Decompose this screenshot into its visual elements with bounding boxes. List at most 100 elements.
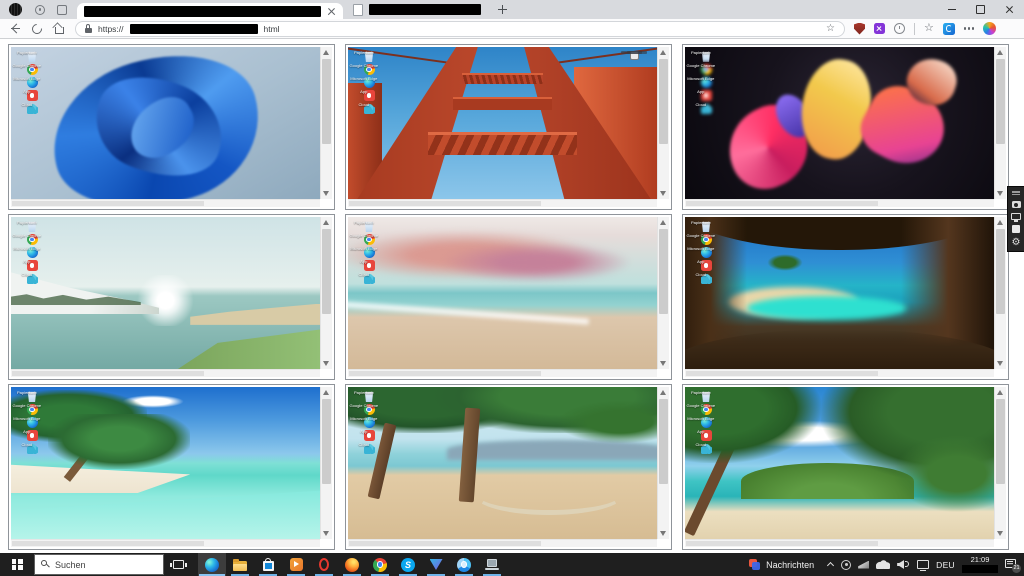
taskbar-app-drive[interactable] <box>422 553 450 576</box>
scroll-thumb[interactable] <box>686 371 878 376</box>
favorite-star-icon[interactable] <box>826 24 835 34</box>
network-icon[interactable] <box>917 560 929 569</box>
remote-desktop-cell-7[interactable]: Papierkorb Google Chrome Microsoft Edge … <box>8 384 335 550</box>
scroll-up-arrow[interactable] <box>660 390 666 395</box>
desktop-icon-cloud-app[interactable]: Cloud <box>14 443 50 450</box>
remote-desktop-cell-1[interactable]: Papierkorb Google Chrome Microsoft Edge … <box>8 44 335 210</box>
tray-graphics-icon[interactable] <box>858 561 869 569</box>
desktop-icon-edge[interactable]: Microsoft Edge <box>14 247 50 254</box>
monitor-icon[interactable] <box>1011 213 1021 220</box>
desktop-icon-cloud-app[interactable]: Cloud <box>688 103 724 110</box>
scrollbar-horizontal[interactable] <box>685 369 994 377</box>
scroll-thumb[interactable] <box>12 201 204 206</box>
scroll-up-arrow[interactable] <box>997 50 1003 55</box>
workspaces-icon[interactable] <box>35 5 45 15</box>
taskbar-app-chrome[interactable] <box>366 553 394 576</box>
action-center-button[interactable]: 21 <box>1005 558 1020 572</box>
scroll-thumb[interactable] <box>996 399 1005 484</box>
scrollbar-vertical[interactable] <box>994 47 1006 199</box>
scrollbar-vertical[interactable] <box>994 387 1006 539</box>
desktop-icon-edge[interactable]: Microsoft Edge <box>351 77 387 84</box>
scroll-thumb[interactable] <box>686 201 878 206</box>
scroll-down-arrow[interactable] <box>660 361 666 366</box>
browser-logo-icon[interactable] <box>9 3 22 16</box>
scroll-down-arrow[interactable] <box>997 361 1003 366</box>
remote-desktop-cell-5[interactable]: Papierkorb Google Chrome Microsoft Edge … <box>345 214 672 380</box>
desktop-icon-chrome[interactable]: Google Chrome <box>688 404 724 411</box>
desktop-icon-recycle-bin[interactable]: Papierkorb <box>14 51 50 58</box>
scroll-thumb[interactable] <box>659 399 668 484</box>
tab-1[interactable] <box>77 3 343 19</box>
scroll-down-arrow[interactable] <box>323 361 329 366</box>
more-menu-icon[interactable] <box>964 27 967 30</box>
tab-actions-icon[interactable] <box>57 5 67 15</box>
start-button[interactable] <box>0 553 34 576</box>
refresh-icon[interactable] <box>26 20 48 38</box>
close-tab-icon[interactable] <box>327 7 336 16</box>
desktop-icon-chrome[interactable]: Google Chrome <box>14 64 50 71</box>
chevron-up-icon[interactable] <box>826 561 834 569</box>
desktop-icon-cloud-app[interactable]: Cloud <box>688 273 724 280</box>
remote-desktop-cell-4[interactable]: Papierkorb Google Chrome Microsoft Edge … <box>8 214 335 380</box>
toolbar-handle-icon[interactable] <box>1012 190 1020 196</box>
scrollbar-vertical[interactable] <box>320 217 332 369</box>
purple-extension-icon[interactable] <box>874 23 885 34</box>
scroll-thumb[interactable] <box>996 59 1005 144</box>
adblock-shield-icon[interactable] <box>854 23 865 35</box>
desktop-icon-red-app[interactable]: App <box>688 260 724 267</box>
remote-desktop-cell-2[interactable]: Papierkorb Google Chrome Microsoft Edge … <box>345 44 672 210</box>
desktop-icon-cloud-app[interactable]: Cloud <box>688 443 724 450</box>
scroll-thumb[interactable] <box>659 229 668 314</box>
onedrive-cloud-icon[interactable] <box>876 560 890 569</box>
close-button[interactable] <box>995 0 1024 19</box>
desktop-icon-recycle-bin[interactable]: Papierkorb <box>688 391 724 398</box>
taskbar-app-remote[interactable] <box>478 553 506 576</box>
scroll-thumb[interactable] <box>349 541 541 546</box>
scroll-thumb[interactable] <box>322 229 331 314</box>
taskbar-app-opera[interactable] <box>310 553 338 576</box>
desktop-icon-red-app[interactable]: App <box>351 260 387 267</box>
desktop-icon-chrome[interactable]: Google Chrome <box>14 404 50 411</box>
desktop-icon-recycle-bin[interactable]: Papierkorb <box>688 221 724 228</box>
back-icon[interactable] <box>4 20 26 38</box>
desktop-icon-cloud-app[interactable]: Cloud <box>351 103 387 110</box>
taskbar-app-skype[interactable] <box>394 553 422 576</box>
taskbar-app-media[interactable] <box>282 553 310 576</box>
scrollbar-vertical[interactable] <box>320 47 332 199</box>
fullscreen-icon[interactable] <box>1012 225 1020 233</box>
desktop-icon-edge[interactable]: Microsoft Edge <box>688 247 724 254</box>
copilot-icon[interactable] <box>983 22 996 35</box>
task-view-button[interactable] <box>164 553 192 576</box>
remote-desktop-cell-8[interactable]: Papierkorb Google Chrome Microsoft Edge … <box>345 384 672 550</box>
desktop-icon-chrome[interactable]: Google Chrome <box>688 234 724 241</box>
desktop-icon-recycle-bin[interactable]: Papierkorb <box>351 391 387 398</box>
scroll-up-arrow[interactable] <box>323 50 329 55</box>
remote-desktop-cell-3[interactable]: Papierkorb Google Chrome Microsoft Edge … <box>682 44 1009 210</box>
scroll-down-arrow[interactable] <box>323 531 329 536</box>
desktop-icon-edge[interactable]: Microsoft Edge <box>351 417 387 424</box>
scroll-up-arrow[interactable] <box>997 390 1003 395</box>
news-widget[interactable]: Nachrichten <box>744 553 819 576</box>
scroll-thumb[interactable] <box>349 201 541 206</box>
desktop-icon-cloud-app[interactable]: Cloud <box>351 273 387 280</box>
scrollbar-vertical[interactable] <box>320 387 332 539</box>
scroll-thumb[interactable] <box>349 371 541 376</box>
scroll-thumb[interactable] <box>322 399 331 484</box>
scrollbar-horizontal[interactable] <box>11 369 320 377</box>
desktop-icon-chrome[interactable]: Google Chrome <box>14 234 50 241</box>
settings-gear-icon[interactable] <box>1011 238 1021 248</box>
scroll-up-arrow[interactable] <box>323 390 329 395</box>
desktop-icon-chrome[interactable]: Google Chrome <box>351 234 387 241</box>
taskbar-app-firefox[interactable] <box>338 553 366 576</box>
scrollbar-vertical[interactable] <box>657 217 669 369</box>
clock[interactable]: 21:09 <box>962 556 998 573</box>
desktop-icon-edge[interactable]: Microsoft Edge <box>688 417 724 424</box>
scrollbar-horizontal[interactable] <box>685 199 994 207</box>
taskbar-app-store[interactable] <box>254 553 282 576</box>
desktop-icon-red-app[interactable]: App <box>351 430 387 437</box>
remote-desktop-cell-6[interactable]: Papierkorb Google Chrome Microsoft Edge … <box>682 214 1009 380</box>
taskbar-app-edge[interactable] <box>198 553 226 576</box>
scrollbar-vertical[interactable] <box>994 217 1006 369</box>
desktop-icon-recycle-bin[interactable]: Papierkorb <box>14 391 50 398</box>
tab-2[interactable] <box>353 4 481 16</box>
